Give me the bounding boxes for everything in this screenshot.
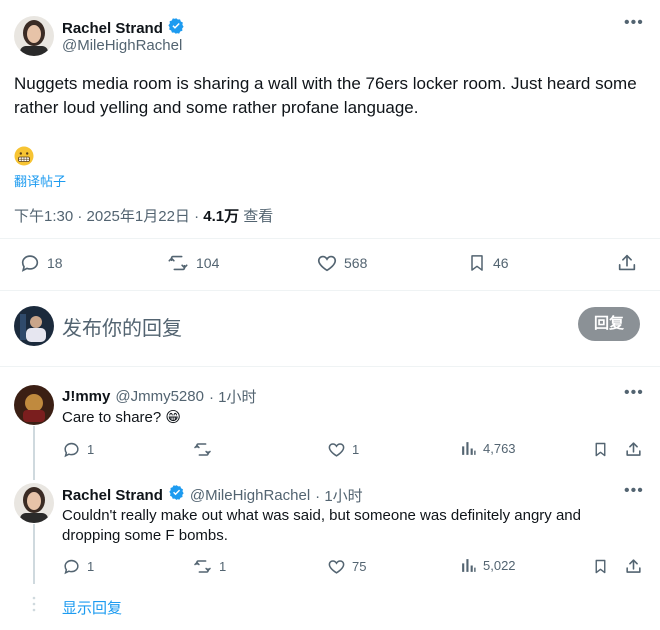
reply-action[interactable]: 1: [62, 440, 94, 459]
verified-badge-icon: [168, 484, 185, 506]
reply-icon: [62, 440, 81, 459]
analytics-icon: [460, 557, 477, 574]
thread-connector: [33, 426, 35, 480]
heart-icon: [327, 557, 346, 576]
bookmark-action[interactable]: [592, 440, 609, 459]
reply-count: 18: [47, 255, 63, 271]
reply-avatar[interactable]: [14, 385, 54, 425]
heart-icon: [327, 440, 346, 459]
share-icon: [616, 252, 638, 274]
bookmark-icon: [467, 252, 487, 274]
share-icon: [624, 557, 643, 576]
translate-post-link[interactable]: 翻译帖子: [14, 171, 66, 190]
more-options-icon[interactable]: •••: [624, 384, 644, 402]
views-action[interactable]: 4,763: [460, 440, 516, 457]
bookmark-action[interactable]: [592, 557, 609, 576]
like-count: 568: [344, 255, 368, 271]
reply-count: 1: [87, 442, 95, 457]
bookmark-count: 46: [493, 255, 509, 271]
like-count: 1: [352, 442, 360, 457]
like-action[interactable]: 1: [327, 440, 359, 459]
repost-action[interactable]: 104: [166, 252, 219, 274]
reply-time[interactable]: · 1小时: [209, 386, 257, 407]
more-options-icon[interactable]: •••: [624, 14, 644, 32]
repost-count: 104: [196, 255, 220, 271]
reply-avatar[interactable]: [14, 483, 54, 523]
bookmark-icon: [592, 440, 609, 459]
views-label: 查看: [239, 208, 274, 225]
user-avatar[interactable]: [14, 306, 54, 346]
analytics-icon: [460, 440, 477, 457]
reply-time[interactable]: · 1小时: [315, 485, 363, 506]
tweet-emoji: [14, 146, 34, 166]
repost-action[interactable]: 1: [192, 557, 226, 576]
author-avatar[interactable]: [14, 16, 54, 56]
views-count: 4.1万: [203, 208, 240, 225]
thread-connector: [33, 524, 35, 584]
repost-icon: [192, 440, 213, 459]
bookmark-action[interactable]: 46: [467, 252, 509, 274]
author-handle[interactable]: @MileHighRachel: [62, 37, 182, 54]
thread-dots: [32, 596, 36, 616]
divider: [0, 290, 660, 291]
tweet-meta: 下午1:30 · 2025年1月22日 · 4.1万 查看: [14, 205, 273, 226]
reply-header: Rachel Strand @MileHighRachel · 1小时: [62, 484, 363, 506]
like-count: 75: [352, 559, 367, 574]
reply-action[interactable]: 1: [62, 557, 94, 576]
reply-author-name[interactable]: J!mmy: [62, 388, 110, 405]
views-count: 4,763: [483, 441, 516, 456]
reply-icon: [62, 557, 81, 576]
heart-icon: [316, 252, 338, 274]
tweet-timestamp[interactable]: 下午1:30 · 2025年1月22日 ·: [14, 208, 203, 225]
reply-author-name[interactable]: Rachel Strand: [62, 487, 163, 504]
repost-action[interactable]: [192, 440, 219, 459]
repost-icon: [166, 252, 190, 274]
more-options-icon[interactable]: •••: [624, 482, 644, 500]
views-action[interactable]: 5,022: [460, 557, 516, 574]
reply-author-handle[interactable]: @MileHighRachel: [190, 487, 310, 504]
reply-action[interactable]: 18: [19, 252, 63, 274]
author-name[interactable]: Rachel Strand: [62, 20, 163, 37]
reply-author-handle[interactable]: @Jmmy5280: [115, 388, 204, 405]
views-count: 5,022: [483, 558, 516, 573]
tweet-text: Nuggets media room is sharing a wall wit…: [14, 74, 637, 117]
divider: [0, 238, 660, 239]
reply-button[interactable]: 回复: [578, 307, 640, 341]
reply-text: Care to share? 😁: [62, 409, 182, 426]
like-action[interactable]: 568: [316, 252, 367, 274]
compose-reply-input[interactable]: 发布你的回复: [62, 312, 182, 341]
share-action[interactable]: [624, 557, 643, 576]
bookmark-icon: [592, 557, 609, 576]
share-action[interactable]: [616, 252, 638, 274]
show-replies-link[interactable]: 显示回复: [62, 597, 122, 618]
reply-icon: [19, 252, 41, 274]
reply-count: 1: [87, 559, 95, 574]
share-action[interactable]: [624, 440, 643, 459]
reply-header: J!mmy @Jmmy5280 · 1小时: [62, 386, 256, 407]
repost-count: 1: [219, 559, 227, 574]
divider: [0, 366, 660, 367]
like-action[interactable]: 75: [327, 557, 366, 576]
repost-icon: [192, 557, 213, 576]
reply-text: Couldn't really make out what was said, …: [62, 507, 581, 544]
share-icon: [624, 440, 643, 459]
